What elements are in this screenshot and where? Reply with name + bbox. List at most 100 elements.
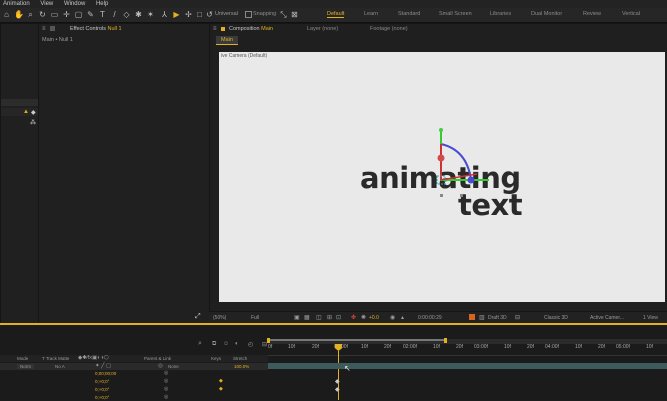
lock-icon[interactable] [50, 26, 55, 31]
property-row[interactable]: 0;00;00;00 ◎ [0, 370, 268, 377]
layer-switches-icons[interactable]: ✦ ╱ ▢ [95, 363, 111, 369]
camera-icon[interactable]: ▭ [50, 10, 59, 19]
color-channel-icon[interactable]: ✤ [351, 314, 356, 321]
flowchart-icon[interactable]: ⁂ [30, 119, 36, 126]
menu-view[interactable]: View [40, 0, 53, 8]
fast-preview-icon[interactable] [469, 314, 475, 320]
layer-handle-bottom-left[interactable] [440, 194, 443, 197]
work-area-range[interactable] [268, 339, 446, 341]
guides-icon[interactable]: ⊡ [336, 314, 341, 321]
layer-track-matte-select[interactable]: No A [55, 364, 65, 369]
grid-icon[interactable]: ⊞ [327, 314, 332, 321]
layer-parent-select[interactable]: None [168, 364, 179, 369]
show-snapshot-icon[interactable]: ▴ [401, 314, 404, 321]
snap-grid-icon[interactable]: ⊠ [290, 10, 299, 19]
tab-layer[interactable]: Layer (none) [307, 26, 338, 32]
workspace-libraries[interactable]: Libraries [490, 11, 511, 17]
workspace-vertical[interactable]: Vertical [622, 11, 640, 17]
menu-window[interactable]: Window [64, 0, 85, 8]
work-area-start[interactable] [267, 338, 270, 343]
tl-comp-mini-icon[interactable]: ⧉ [212, 341, 216, 348]
rectangle-icon[interactable]: ▢ [74, 10, 83, 19]
tab-composition[interactable]: Composition Main [229, 26, 273, 32]
panel-menu-icon[interactable]: ≡ [42, 26, 46, 32]
tl-search-icon[interactable]: ⌕ [198, 340, 202, 348]
layer-stretch-value[interactable]: 100.0% [234, 364, 249, 369]
transparency-icon[interactable]: ▥ [479, 314, 485, 321]
eraser-icon[interactable]: ◇ [122, 10, 131, 19]
project-search[interactable] [1, 99, 38, 106]
property-value[interactable]: 0;+0;0° [95, 379, 109, 384]
composition-viewer[interactable]: ive Camera (Default) animating text [219, 52, 665, 302]
layer-row[interactable]: Norm No A ✦ ╱ ▢ ◎ None 100.0% [0, 363, 268, 370]
time-ruler[interactable]: 0f 10f 20f 01:00f 10f 20f 02:00f 10f 20f… [268, 344, 667, 356]
hand-icon[interactable]: ✋ [14, 10, 24, 19]
comp-lock-icon[interactable] [221, 27, 225, 31]
selection-icon[interactable]: ▶ [172, 10, 181, 19]
zoom-select[interactable]: (50%) [213, 315, 226, 321]
workspace-default[interactable]: Default [327, 11, 345, 18]
keyframe-nav-icon[interactable]: ◆ [219, 378, 223, 384]
keyframe-marker[interactable]: ◆ [335, 386, 340, 393]
pickwhip-icon[interactable]: ◎ [158, 363, 163, 369]
roto-icon[interactable]: ✱ [134, 10, 143, 19]
puppet-icon[interactable]: ✶ [146, 10, 155, 19]
tab-footage[interactable]: Footage (none) [370, 26, 408, 32]
extended-viewer-icon[interactable]: ⊟ [515, 314, 520, 321]
comp-panel-menu-icon[interactable]: ≡ [213, 26, 217, 32]
pan-behind-icon[interactable]: ✛ [62, 10, 71, 19]
tl-shy-icon[interactable]: ☺ [223, 341, 229, 347]
property-row[interactable]: 0;+0;0° ◎ ◆ [0, 386, 268, 393]
layer-handle-bottom[interactable] [460, 194, 463, 197]
property-row[interactable]: 0;+0;0° ◎ ◆ [0, 378, 268, 385]
transparency-grid-icon[interactable]: ▦ [304, 314, 310, 321]
home-icon[interactable]: ⌂ [2, 10, 11, 19]
exposure-icon[interactable]: ✺ [361, 314, 366, 321]
region-of-interest-icon[interactable]: ▣ [294, 314, 300, 321]
workspace-dual-monitor[interactable]: Dual Monitor [531, 11, 562, 17]
property-value[interactable]: 0;00;00;00 [95, 371, 116, 376]
resolution-select[interactable]: Full [251, 315, 259, 321]
brush-icon[interactable]: / [110, 10, 119, 19]
type-icon[interactable]: T [98, 10, 107, 19]
rotate-icon[interactable]: ↻ [38, 10, 47, 19]
workspace-review[interactable]: Review [583, 11, 601, 17]
property-pickwhip-icon[interactable]: ◎ [164, 386, 168, 392]
tab-effect-controls[interactable]: Effect Controls Null 1 [70, 26, 122, 32]
z-axis-handle[interactable] [467, 176, 475, 184]
current-timecode[interactable]: 0:00:00:29 [418, 315, 442, 321]
y-axis-handle[interactable] [437, 154, 445, 162]
snapshot-icon[interactable]: ◉ [390, 314, 395, 321]
property-pickwhip-icon[interactable]: ◎ [164, 378, 168, 384]
workspace-learn[interactable]: Learn [364, 11, 378, 17]
gizmo-3d-axes[interactable] [419, 122, 499, 207]
axis-local-icon[interactable]: ⅄ [160, 10, 169, 19]
keyframe-nav-icon[interactable]: ◆ [219, 386, 223, 392]
tl-motion-blur-icon[interactable]: ◐ [235, 341, 239, 347]
orbit-icon[interactable]: ↺ [205, 10, 214, 19]
tl-graph-icon[interactable]: ◴ [248, 341, 253, 348]
pen-icon[interactable]: ✎ [86, 10, 95, 19]
box-icon[interactable]: □ [195, 10, 204, 19]
layer-duration-bar[interactable] [268, 363, 667, 369]
mask-icon[interactable]: ◫ [316, 314, 322, 321]
menu-animation[interactable]: Animation [3, 0, 30, 8]
label-icon[interactable]: ◆ [31, 109, 36, 116]
property-pickwhip-icon[interactable]: ◎ [164, 394, 168, 400]
keyframe-marker[interactable]: ◆ [335, 378, 340, 385]
view-layout-select[interactable]: 1 View [643, 315, 658, 321]
camera-select[interactable]: Active Camer... [590, 315, 624, 321]
property-value[interactable]: 0;+0;0° [95, 395, 109, 400]
property-value[interactable]: 0;+0;0° [95, 387, 109, 392]
property-pickwhip-icon[interactable]: ◎ [164, 370, 168, 376]
workspace-small-screen[interactable]: Small Screen [439, 11, 472, 17]
rotation-arc[interactable] [440, 143, 472, 181]
layer-mode-select[interactable]: Norm [17, 364, 34, 369]
exposure-value[interactable]: +0.0 [369, 315, 379, 321]
y-axis-end-handle[interactable] [439, 128, 443, 132]
snapping-checkbox[interactable] [245, 11, 252, 18]
comp-navigator-chip[interactable]: Main [216, 36, 238, 45]
workspace-standard[interactable]: Standard [398, 11, 420, 17]
renderer-select[interactable]: Classic 3D [544, 315, 568, 321]
menu-help[interactable]: Help [96, 0, 108, 8]
